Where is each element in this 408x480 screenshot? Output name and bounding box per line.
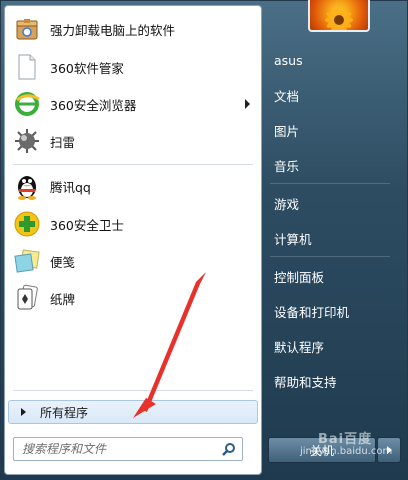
programs-pane: 强力卸载电脑上的软件 360软件管家 360安全浏览器 扫雷 腾讯qq 360安… xyxy=(4,5,262,475)
right-item-pictures[interactable]: 图片 xyxy=(266,115,396,145)
program-label: 纸牌 xyxy=(50,291,76,307)
divider xyxy=(270,256,390,257)
watermark-logo: Bai百度 xyxy=(318,432,373,447)
sticky-notes-icon xyxy=(10,244,44,278)
right-item-label: 文档 xyxy=(274,88,300,104)
right-item-label: 设备和打印机 xyxy=(274,304,350,320)
program-item-360-safeguard[interactable]: 360安全卫士 xyxy=(8,207,258,241)
solitaire-cards-icon xyxy=(10,281,44,315)
program-item-solitaire[interactable]: 纸牌 xyxy=(8,281,258,315)
qq-penguin-icon xyxy=(10,169,44,203)
right-item-help-support[interactable]: 帮助和支持 xyxy=(266,366,396,396)
program-label: 扫雷 xyxy=(50,134,76,150)
right-item-label: 计算机 xyxy=(274,231,312,247)
program-label: 腾讯qq xyxy=(50,179,91,195)
submenu-arrow-icon[interactable] xyxy=(245,99,250,109)
right-item-label: 游戏 xyxy=(274,196,300,212)
right-item-computer[interactable]: 计算机 xyxy=(266,223,396,253)
divider xyxy=(13,390,253,391)
360-safeguard-icon xyxy=(10,207,44,241)
360-browser-icon xyxy=(10,87,44,121)
divider xyxy=(13,164,253,165)
search-input[interactable] xyxy=(20,438,219,460)
right-item-label: 帮助和支持 xyxy=(274,374,337,390)
program-label: 360软件管家 xyxy=(50,60,124,76)
all-programs-button[interactable]: 所有程序 xyxy=(8,400,258,424)
right-item-label: 控制面板 xyxy=(274,269,325,285)
program-item-360-software-manager[interactable]: 360软件管家 xyxy=(8,50,258,84)
program-label: 360安全卫士 xyxy=(50,217,124,233)
right-item-music[interactable]: 音乐 xyxy=(266,150,396,180)
program-item-qq[interactable]: 腾讯qq xyxy=(8,169,258,203)
blank-document-icon xyxy=(10,50,44,84)
search-icon[interactable] xyxy=(219,439,239,459)
program-label: 强力卸载电脑上的软件 xyxy=(50,22,176,38)
program-item-uninstaller[interactable]: 强力卸载电脑上的软件 xyxy=(8,12,258,46)
right-item-label: 默认程序 xyxy=(274,339,325,355)
right-item-games[interactable]: 游戏 xyxy=(266,188,396,218)
program-item-minesweeper[interactable]: 扫雷 xyxy=(8,124,258,158)
right-item-default-programs[interactable]: 默认程序 xyxy=(266,331,396,361)
program-label: 360安全浏览器 xyxy=(50,97,137,113)
search-box[interactable] xyxy=(13,437,243,461)
right-item-control-panel[interactable]: 控制面板 xyxy=(266,261,396,291)
watermark-url: jingyan.baidu.com xyxy=(300,446,393,457)
right-item-user-folder[interactable]: asus xyxy=(266,45,396,75)
right-item-devices-printers[interactable]: 设备和打印机 xyxy=(266,296,396,326)
all-programs-label: 所有程序 xyxy=(40,405,89,420)
program-label: 便笺 xyxy=(50,254,76,270)
uninstaller-box-icon xyxy=(10,12,44,46)
right-item-label: asus xyxy=(274,52,303,68)
user-avatar[interactable] xyxy=(308,0,370,32)
program-item-sticky-notes[interactable]: 便笺 xyxy=(8,244,258,278)
right-item-documents[interactable]: 文档 xyxy=(266,80,396,110)
right-item-label: 音乐 xyxy=(274,158,300,174)
minesweeper-icon xyxy=(10,124,44,158)
program-item-360-browser[interactable]: 360安全浏览器 xyxy=(8,87,258,121)
divider xyxy=(270,183,390,184)
right-item-label: 图片 xyxy=(274,123,300,139)
expand-arrow-icon xyxy=(21,408,26,416)
